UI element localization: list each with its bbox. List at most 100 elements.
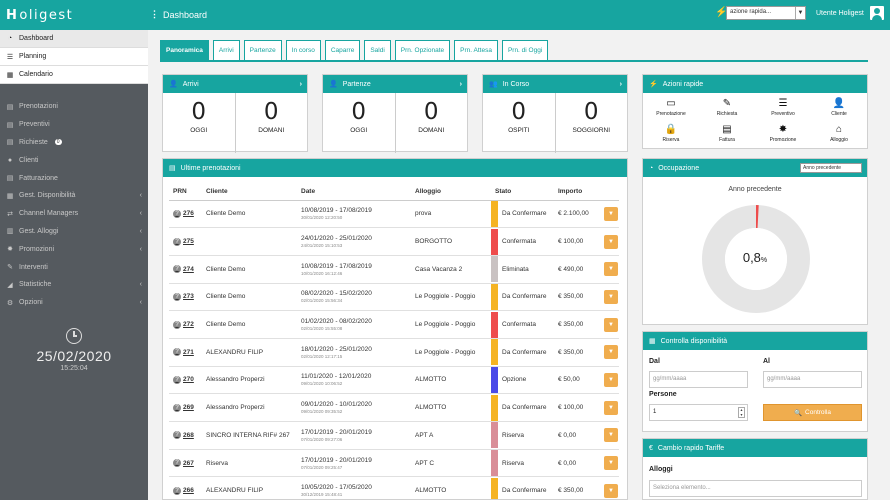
tab-prn-opzionate[interactable]: Prn. Opzionate	[394, 40, 451, 60]
sidebar-item-clienti[interactable]: ● Clienti	[0, 151, 148, 169]
table-row[interactable]: ? 267 Riserva 17/01/2019 - 20/01/2019 07…	[169, 449, 619, 478]
row-actions-button[interactable]: ▼	[604, 345, 618, 360]
occupancy-period-select[interactable]: Anno precedente	[800, 163, 862, 173]
column-header-prn[interactable]: PRN	[169, 183, 202, 201]
table-row[interactable]: ? 270 Alessandro Properzi 11/01/2020 - 1…	[169, 366, 619, 395]
sidebar-item-fatturazione[interactable]: ▤ Fatturazione	[0, 169, 148, 187]
question-icon[interactable]: ?	[173, 292, 181, 301]
quick-action-cliente[interactable]: 👤 Cliente	[811, 95, 867, 121]
prn-number[interactable]: 271	[183, 349, 194, 356]
question-icon[interactable]: ?	[173, 348, 181, 357]
chevron-down-icon[interactable]: ▼	[795, 7, 805, 19]
table-row[interactable]: ? 268 SINCRO INTERNA RIF# 267 17/01/2019…	[169, 421, 619, 450]
table-row[interactable]: ? 271 ALEXANDRU FILIP 18/01/2020 - 25/01…	[169, 338, 619, 367]
in-corso-card-header[interactable]: 👥 In Corso ›	[483, 75, 627, 93]
prn-number[interactable]: 267	[183, 460, 194, 467]
sidebar-item-gest-disponibilita[interactable]: ▦ Gest. Disponibilità ‹	[0, 187, 148, 205]
sidebar-item-calendario[interactable]: ▦ Calendario	[0, 66, 148, 84]
chevron-right-icon[interactable]: ›	[620, 81, 622, 88]
persons-input[interactable]: 1 ▲ ▼	[649, 404, 748, 421]
prn-link[interactable]: ? 271	[173, 348, 202, 357]
prn-number[interactable]: 275	[183, 238, 194, 245]
table-row[interactable]: ? 276 Cliente Demo 10/08/2019 - 17/08/20…	[169, 200, 619, 229]
column-header-alloggio[interactable]: Alloggio	[411, 183, 491, 201]
check-availability-button[interactable]: 🔍 Controlla	[763, 404, 862, 421]
chevron-right-icon[interactable]: ›	[300, 81, 302, 88]
row-actions-button[interactable]: ▼	[604, 289, 618, 304]
prn-link[interactable]: ? 270	[173, 375, 202, 384]
sidebar-item-planning[interactable]: ☰ Planning	[0, 48, 148, 66]
tab-prn-attesa[interactable]: Prn. Attesa	[454, 40, 498, 60]
to-date-input[interactable]: gg/mm/aaaa	[763, 371, 862, 388]
question-icon[interactable]: ?	[173, 209, 181, 218]
tab-prn-di-oggi[interactable]: Prn. di Oggi	[501, 40, 549, 60]
prn-number[interactable]: 276	[183, 210, 194, 217]
row-actions-button[interactable]: ▼	[604, 262, 618, 277]
table-row[interactable]: ? 266 ALEXANDRU FILIP 10/05/2020 - 17/05…	[169, 476, 619, 499]
quick-action-promozione[interactable]: ✸ Promozione	[755, 121, 811, 147]
column-header-date[interactable]: Date	[297, 183, 411, 201]
tab-saldi[interactable]: Saldi	[364, 40, 391, 60]
in-corso-card[interactable]: 👥 In Corso › 0 OSPITI 0 SOGGIORNI	[482, 74, 628, 153]
row-actions-button[interactable]: ▼	[604, 400, 618, 415]
quick-action-alloggio[interactable]: ⌂ Alloggio	[811, 121, 867, 147]
menu-dots-icon[interactable]: ⋮	[150, 9, 159, 20]
row-actions-button[interactable]: ▼	[604, 372, 618, 387]
prn-number[interactable]: 268	[183, 432, 194, 439]
prn-link[interactable]: ? 269	[173, 403, 202, 412]
prn-link[interactable]: ? 275	[173, 237, 202, 246]
sidebar-item-statistiche[interactable]: ◢ Statistiche ‹	[0, 276, 148, 294]
stepper-icon[interactable]: ▲ ▼	[738, 407, 745, 418]
partenze-card-header[interactable]: 👤 Partenze ›	[323, 75, 467, 93]
table-row[interactable]: ? 273 Cliente Demo 08/02/2020 - 15/02/20…	[169, 283, 619, 312]
row-actions-button[interactable]: ▼	[604, 428, 618, 443]
tab-partenze[interactable]: Partenze	[243, 40, 282, 60]
row-actions-button[interactable]: ▼	[604, 234, 618, 249]
partenze-card[interactable]: 👤 Partenze › 0 OGGI 0 DOMANI	[322, 74, 468, 153]
prn-link[interactable]: ? 273	[173, 292, 202, 301]
quick-action-preventivo[interactable]: ☰ Preventivo	[755, 95, 811, 121]
column-header-stato[interactable]: Stato	[491, 183, 554, 201]
sidebar-item-opzioni[interactable]: ⚙ Opzioni ‹	[0, 294, 148, 312]
sidebar-item-dashboard[interactable]: ◔ Dashboard	[0, 30, 148, 48]
arrivi-card[interactable]: 👤 Arrivi › 0 OGGI 0 DOMANI	[162, 74, 308, 153]
quick-action-riserva[interactable]: 🔒 Riserva	[643, 121, 699, 147]
quick-action-prenotazione[interactable]: ▭ Prenotazione	[643, 95, 699, 121]
table-row[interactable]: ? 272 Cliente Demo 01/02/2020 - 08/02/20…	[169, 310, 619, 339]
quick-action-select[interactable]: azione rapida... ▼	[726, 6, 806, 20]
prn-link[interactable]: ? 267	[173, 459, 202, 468]
sidebar-item-richieste[interactable]: ▤ Richieste 0	[0, 134, 148, 152]
question-icon[interactable]: ?	[173, 237, 181, 246]
from-date-input[interactable]: gg/mm/aaaa	[649, 371, 748, 388]
question-icon[interactable]: ?	[173, 375, 181, 384]
quick-action-fattura[interactable]: ▤ Fattura	[699, 121, 755, 147]
sidebar-item-promozioni[interactable]: ✸ Promozioni ‹	[0, 240, 148, 258]
column-header-cliente[interactable]: Cliente	[202, 183, 297, 201]
question-icon[interactable]: ?	[173, 403, 181, 412]
tab-in-corso[interactable]: In corso	[285, 40, 321, 60]
sidebar-item-prenotazioni[interactable]: ▤ Prenotazioni	[0, 98, 148, 116]
question-icon[interactable]: ?	[173, 486, 181, 495]
app-logo[interactable]: Holigest	[0, 0, 148, 30]
prn-number[interactable]: 272	[183, 321, 194, 328]
row-actions-button[interactable]: ▼	[604, 317, 618, 332]
sidebar-item-channel-managers[interactable]: ⇄ Channel Managers ‹	[0, 205, 148, 223]
question-icon[interactable]: ?	[173, 320, 181, 329]
row-actions-button[interactable]: ▼	[604, 456, 618, 471]
question-icon[interactable]: ?	[173, 459, 181, 468]
sidebar-item-preventivi[interactable]: ▤ Preventivi	[0, 116, 148, 134]
table-row[interactable]: ? 269 Alessandro Properzi 09/01/2020 - 1…	[169, 393, 619, 422]
prn-link[interactable]: ? 276	[173, 209, 202, 218]
sidebar-item-gest-alloggi[interactable]: ▥ Gest. Alloggi ‹	[0, 223, 148, 241]
tab-panoramica[interactable]: Panoramica	[160, 40, 209, 60]
user-name[interactable]: Utente Holigest	[816, 10, 864, 17]
prn-number[interactable]: 274	[183, 266, 194, 273]
tab-caparre[interactable]: Caparre	[324, 40, 361, 60]
row-actions-button[interactable]: ▼	[604, 206, 618, 221]
sidebar-item-interventi[interactable]: ✎ Interventi	[0, 258, 148, 276]
prn-link[interactable]: ? 266	[173, 486, 202, 495]
prn-number[interactable]: 266	[183, 487, 194, 494]
table-row[interactable]: ? 274 Cliente Demo 10/08/2019 - 17/08/20…	[169, 255, 619, 284]
table-row[interactable]: ? 275 24/01/2020 - 25/01/2020 24/01/2020…	[169, 227, 619, 256]
tab-arrivi[interactable]: Arrivi	[212, 40, 240, 60]
